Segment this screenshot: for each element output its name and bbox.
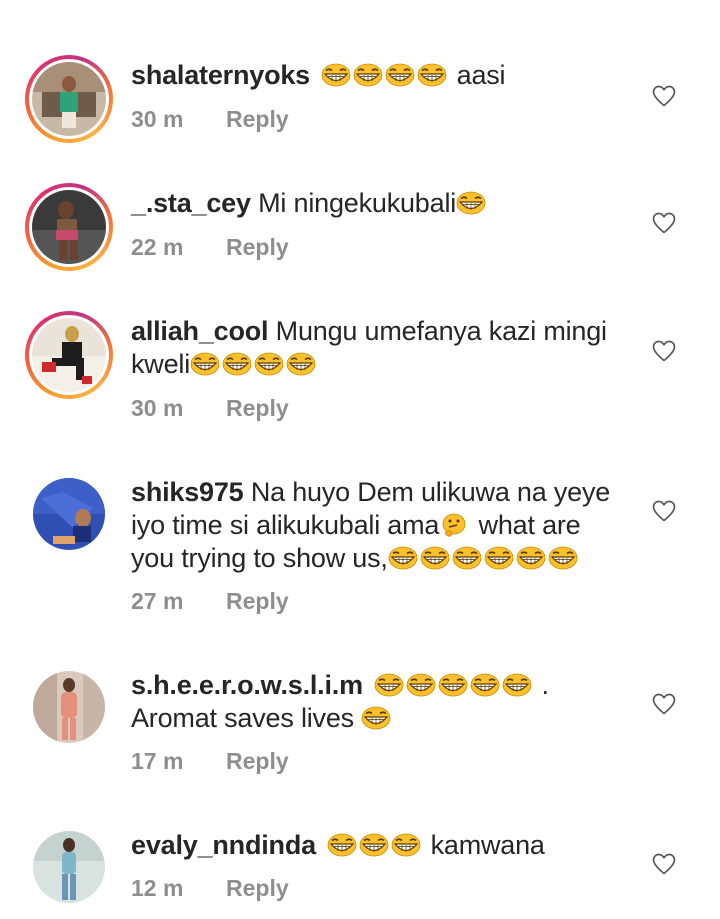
comment-text: shiks975 Na huyo Dem ulikuwa na yeye iyo… bbox=[131, 476, 631, 575]
comment-text: s.h.e.e.r.o.w.s.l.i.m . Aromat saves liv… bbox=[131, 669, 631, 735]
comment-text: evaly_nndinda kamwana bbox=[131, 829, 631, 862]
laugh-icon bbox=[419, 546, 450, 570]
comment-body: . bbox=[541, 670, 550, 700]
think-icon bbox=[439, 513, 469, 537]
laugh-icon bbox=[321, 63, 352, 87]
comment-username[interactable]: shalaternyoks bbox=[131, 60, 310, 90]
comment-text: shalaternyoks aasi bbox=[131, 59, 631, 92]
comment-body-line2-after: what are bbox=[471, 510, 581, 540]
comment-username[interactable]: evaly_nndinda bbox=[131, 830, 316, 860]
laugh-icon bbox=[190, 352, 220, 376]
laugh-icon bbox=[451, 546, 482, 570]
laugh-icon bbox=[359, 833, 390, 857]
comment-emojis bbox=[327, 830, 430, 860]
comment-emojis bbox=[321, 60, 456, 90]
laugh-icon bbox=[374, 673, 405, 697]
avatar[interactable] bbox=[33, 831, 105, 903]
avatar-photo bbox=[32, 318, 106, 392]
laugh-icon bbox=[385, 63, 416, 87]
comment-body: Mi ningekukubali bbox=[258, 188, 457, 218]
comment-meta: 27 m Reply bbox=[131, 588, 289, 615]
laugh-icon bbox=[222, 352, 252, 376]
comment-emojis bbox=[374, 670, 541, 700]
comment-meta: 12 m Reply bbox=[131, 875, 289, 902]
avatar-photo bbox=[33, 831, 105, 903]
reply-button[interactable]: Reply bbox=[226, 395, 289, 422]
laugh-icon bbox=[391, 833, 422, 857]
reply-button[interactable]: Reply bbox=[226, 234, 289, 261]
comment-meta: 30 m Reply bbox=[131, 106, 289, 133]
comment-username[interactable]: s.h.e.e.r.o.w.s.l.i.m bbox=[131, 670, 363, 700]
laugh-icon bbox=[417, 63, 448, 87]
avatar[interactable] bbox=[33, 478, 105, 550]
comment-time: 27 m bbox=[131, 588, 184, 614]
comment-meta: 22 m Reply bbox=[131, 234, 289, 261]
avatar[interactable] bbox=[25, 183, 113, 271]
comment-body: kamwana bbox=[430, 830, 545, 860]
reply-button[interactable]: Reply bbox=[226, 875, 289, 902]
comment-body-line2: Aromat saves lives bbox=[131, 703, 354, 733]
comment-time: 22 m bbox=[131, 234, 184, 260]
comment-time: 30 m bbox=[131, 395, 184, 421]
avatar-photo bbox=[33, 478, 105, 550]
laugh-icon bbox=[438, 673, 469, 697]
comment-meta: 17 m Reply bbox=[131, 748, 289, 775]
laugh-icon bbox=[286, 352, 316, 376]
like-heart-icon[interactable] bbox=[652, 85, 676, 107]
like-heart-icon[interactable] bbox=[652, 853, 676, 875]
avatar-photo bbox=[32, 190, 106, 264]
laugh-icon bbox=[254, 352, 284, 376]
laugh-icon bbox=[361, 706, 392, 730]
laugh-icon bbox=[547, 546, 578, 570]
avatar[interactable] bbox=[25, 311, 113, 399]
reply-button[interactable]: Reply bbox=[226, 588, 289, 615]
reply-button[interactable]: Reply bbox=[226, 106, 289, 133]
comment-body: aasi bbox=[456, 60, 506, 90]
comment-time: 12 m bbox=[131, 875, 184, 901]
avatar[interactable] bbox=[33, 671, 105, 743]
comment-time: 17 m bbox=[131, 748, 184, 774]
laugh-icon bbox=[353, 63, 384, 87]
comment-text: _.sta_cey Mi ningekukubali bbox=[131, 187, 631, 220]
comment-body-line2: kweli bbox=[131, 349, 191, 379]
comment-username[interactable]: alliah_cool bbox=[131, 316, 269, 346]
laugh-icon bbox=[327, 833, 358, 857]
like-heart-icon[interactable] bbox=[652, 500, 676, 522]
comment-username[interactable]: _.sta_cey bbox=[131, 188, 251, 218]
laugh-icon bbox=[502, 673, 533, 697]
like-heart-icon[interactable] bbox=[652, 693, 676, 715]
like-heart-icon[interactable] bbox=[652, 212, 676, 234]
laugh-icon bbox=[483, 546, 514, 570]
comment-meta: 30 m Reply bbox=[131, 395, 289, 422]
like-heart-icon[interactable] bbox=[652, 340, 676, 362]
laugh-icon bbox=[470, 673, 501, 697]
avatar-photo bbox=[33, 671, 105, 743]
laugh-icon bbox=[515, 546, 546, 570]
comment-text: alliah_cool Mungu umefanya kazi mingi kw… bbox=[131, 315, 631, 381]
comment-time: 30 m bbox=[131, 106, 184, 132]
comment-username[interactable]: shiks975 bbox=[131, 477, 244, 507]
comment-body: Na huyo Dem ulikuwa na yeye bbox=[250, 477, 611, 507]
laugh-icon bbox=[456, 191, 486, 215]
avatar[interactable] bbox=[25, 55, 113, 143]
laugh-icon bbox=[387, 546, 418, 570]
comment-body-line3: you trying to show us, bbox=[131, 543, 388, 573]
reply-button[interactable]: Reply bbox=[226, 748, 289, 775]
comment-body: Mungu umefanya kazi mingi bbox=[275, 316, 607, 346]
laugh-icon bbox=[406, 673, 437, 697]
comment-body-line2: iyo time si alikukubali ama bbox=[131, 510, 440, 540]
avatar-photo bbox=[32, 62, 106, 136]
